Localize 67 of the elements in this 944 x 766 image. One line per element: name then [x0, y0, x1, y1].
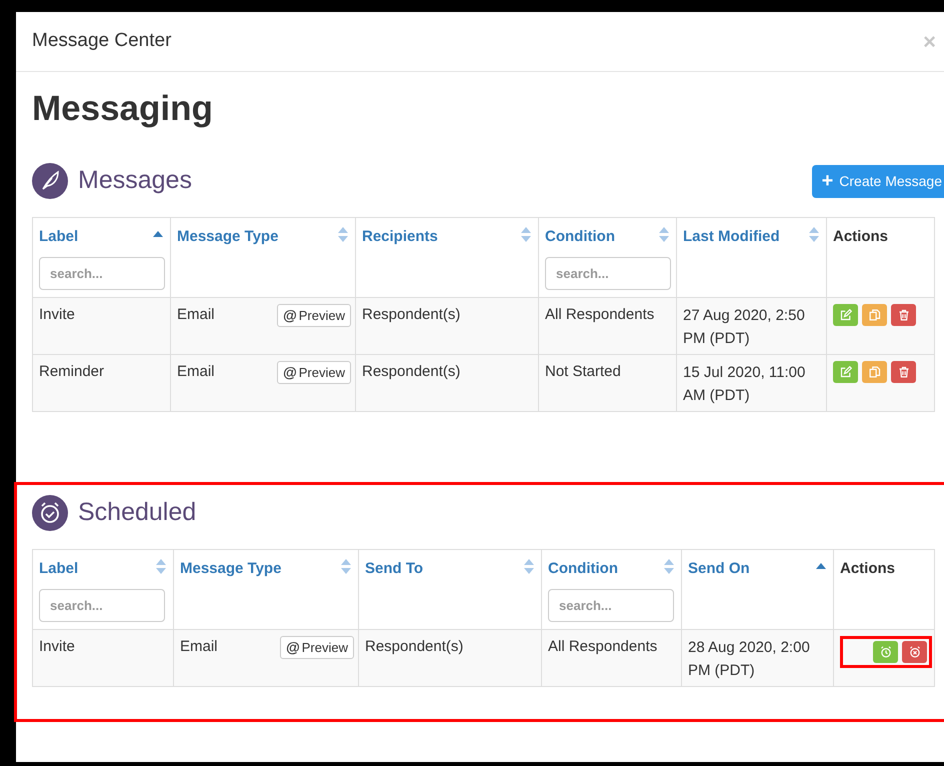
preview-button[interactable]: @Preview	[280, 636, 354, 659]
column-header[interactable]: Condition	[548, 558, 618, 580]
sort-icon[interactable]	[155, 558, 167, 575]
feather-icon	[32, 163, 68, 199]
create-message-button[interactable]: + Create Message	[812, 164, 944, 198]
sort-icon[interactable]	[808, 226, 820, 243]
at-sign-icon: @	[286, 637, 300, 658]
column-header[interactable]: Label	[39, 226, 78, 248]
trash-icon	[898, 366, 910, 378]
table-cell: Respondent(s)	[358, 630, 542, 686]
sort-icon[interactable]	[340, 558, 352, 575]
copy-button[interactable]	[862, 361, 887, 383]
sort-ascending-icon[interactable]	[152, 230, 164, 238]
alarm-clock-icon	[880, 646, 892, 658]
table-cell: 28 Aug 2020, 2:00 PM (PDT)	[682, 630, 834, 686]
column-header: Actions	[833, 227, 888, 247]
column-header[interactable]: Label	[39, 558, 78, 580]
search-field[interactable]: search...	[39, 588, 165, 622]
sort-icon[interactable]	[337, 226, 349, 243]
column-header[interactable]: Message Type	[180, 558, 282, 580]
edit-icon	[840, 309, 852, 321]
sort-icon[interactable]	[658, 226, 670, 243]
column-header[interactable]: Last Modified	[683, 226, 780, 248]
alarm-clock-check-icon	[32, 495, 68, 531]
sort-icon[interactable]	[523, 558, 535, 575]
schedule-button[interactable]	[873, 641, 898, 663]
edit-icon	[840, 366, 852, 378]
column-header: Actions	[840, 559, 896, 579]
table-cell: Respondent(s)	[356, 354, 538, 412]
alarm-clock-cancel-icon	[908, 646, 920, 658]
at-sign-icon: @	[283, 305, 297, 326]
section-title: Scheduled	[78, 497, 196, 528]
at-sign-icon: @	[283, 362, 297, 383]
search-field[interactable]: search...	[39, 256, 165, 290]
table-cell: All Respondents	[542, 630, 682, 686]
section-title: Messages	[78, 165, 192, 196]
table-cell: 15 Jul 2020, 11:00 AM (PDT)	[676, 354, 826, 412]
copy-button[interactable]	[862, 304, 887, 326]
search-field[interactable]: search...	[548, 588, 674, 622]
plus-icon: +	[822, 171, 834, 191]
trash-icon	[898, 309, 910, 321]
table-cell-text: Email	[177, 362, 215, 382]
column-header[interactable]: Send To	[365, 558, 424, 580]
cancel-button[interactable]	[902, 641, 927, 663]
dialog-title: Message Center	[32, 29, 172, 54]
delete-button[interactable]	[891, 304, 916, 326]
column-header[interactable]: Condition	[545, 226, 615, 248]
sort-ascending-icon[interactable]	[815, 562, 827, 570]
column-header[interactable]: Send On	[688, 558, 750, 580]
table-cell-text: Email	[177, 305, 215, 325]
sort-icon[interactable]	[520, 226, 532, 243]
column-header[interactable]: Recipients	[362, 226, 438, 248]
copy-icon	[868, 309, 880, 321]
preview-button[interactable]: @Preview	[277, 361, 351, 384]
sort-icon[interactable]	[663, 558, 675, 575]
copy-icon	[868, 366, 880, 378]
table-cell: Invite	[32, 630, 174, 686]
edit-button[interactable]	[833, 361, 858, 383]
table-cell: Not Started	[538, 354, 676, 412]
preview-button[interactable]: @Preview	[277, 304, 351, 327]
column-header[interactable]: Message Type	[177, 226, 278, 248]
page-heading: Messaging	[32, 88, 214, 130]
table-cell: Reminder	[32, 354, 170, 412]
delete-button[interactable]	[891, 361, 916, 383]
search-field[interactable]: search...	[545, 256, 671, 290]
edit-button[interactable]	[833, 304, 858, 326]
table-cell-text: Email	[180, 637, 218, 657]
